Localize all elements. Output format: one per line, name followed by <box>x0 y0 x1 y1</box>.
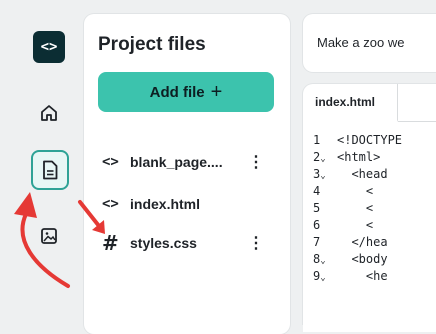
image-icon[interactable] <box>32 219 66 253</box>
file-item-styles-css[interactable]: # styles.css ⋮ <box>102 228 278 258</box>
add-file-label: Add file <box>149 83 205 101</box>
css-file-icon: # <box>102 231 119 255</box>
fold-chevron-icon[interactable]: ⌄ <box>320 171 325 181</box>
tab-index-html[interactable]: index.html <box>303 84 398 122</box>
fold-chevron-icon[interactable]: ⌄ <box>320 256 325 266</box>
files-tab-button[interactable] <box>31 150 69 190</box>
home-icon-svg <box>41 105 57 121</box>
plus-icon: + <box>210 81 223 103</box>
code-line: 5 < <box>313 201 374 215</box>
more-options-icon[interactable]: ⋮ <box>248 152 264 172</box>
code-line: 7 </hea <box>313 235 388 249</box>
prompt-text: Make a zoo we <box>317 35 405 50</box>
home-icon[interactable] <box>32 96 66 130</box>
add-file-button[interactable]: Add file + <box>98 72 274 112</box>
code-line: 2⌄ <html> <box>313 150 381 164</box>
code-file-icon: <> <box>102 196 119 212</box>
code-line: 3⌄ <head <box>313 167 388 181</box>
more-options-icon[interactable]: ⋮ <box>248 233 264 253</box>
fold-chevron-icon[interactable]: ⌄ <box>320 154 325 164</box>
code-editor: index.html 1 <!DOCTYPE 2⌄ <html> 3⌄ <head … <box>303 84 436 332</box>
file-name: blank_page.... <box>130 154 223 170</box>
file-name: styles.css <box>130 235 197 251</box>
code-line: 4 < <box>313 184 374 198</box>
panel-title: Project files <box>98 34 206 55</box>
file-item-blank-page[interactable]: <> blank_page.... ⋮ <box>102 147 278 177</box>
prompt-input[interactable]: Make a zoo we <box>303 14 436 72</box>
code-line: 6 < <box>313 218 374 232</box>
code-line: 9⌄ <he <box>313 269 388 283</box>
file-item-index-html[interactable]: <> index.html <box>102 189 278 219</box>
image-icon-svg <box>41 228 57 244</box>
tab-label: index.html <box>315 95 376 109</box>
code-area[interactable]: 1 <!DOCTYPE 2⌄ <html> 3⌄ <head 4 < 5 < 6 <… <box>303 122 436 332</box>
code-line: 1 <!DOCTYPE <box>313 133 403 147</box>
code-logo-icon[interactable]: <> <box>33 31 65 63</box>
project-files-panel: Project files Add file + <> blank_page..… <box>84 14 290 334</box>
file-name: index.html <box>130 196 201 212</box>
code-line: 8⌄ <body <box>313 252 388 266</box>
fold-chevron-icon[interactable]: ⌄ <box>320 273 325 283</box>
code-file-icon: <> <box>102 154 119 170</box>
file-icon <box>43 160 58 180</box>
sidebar-rail: <> <box>0 0 88 320</box>
